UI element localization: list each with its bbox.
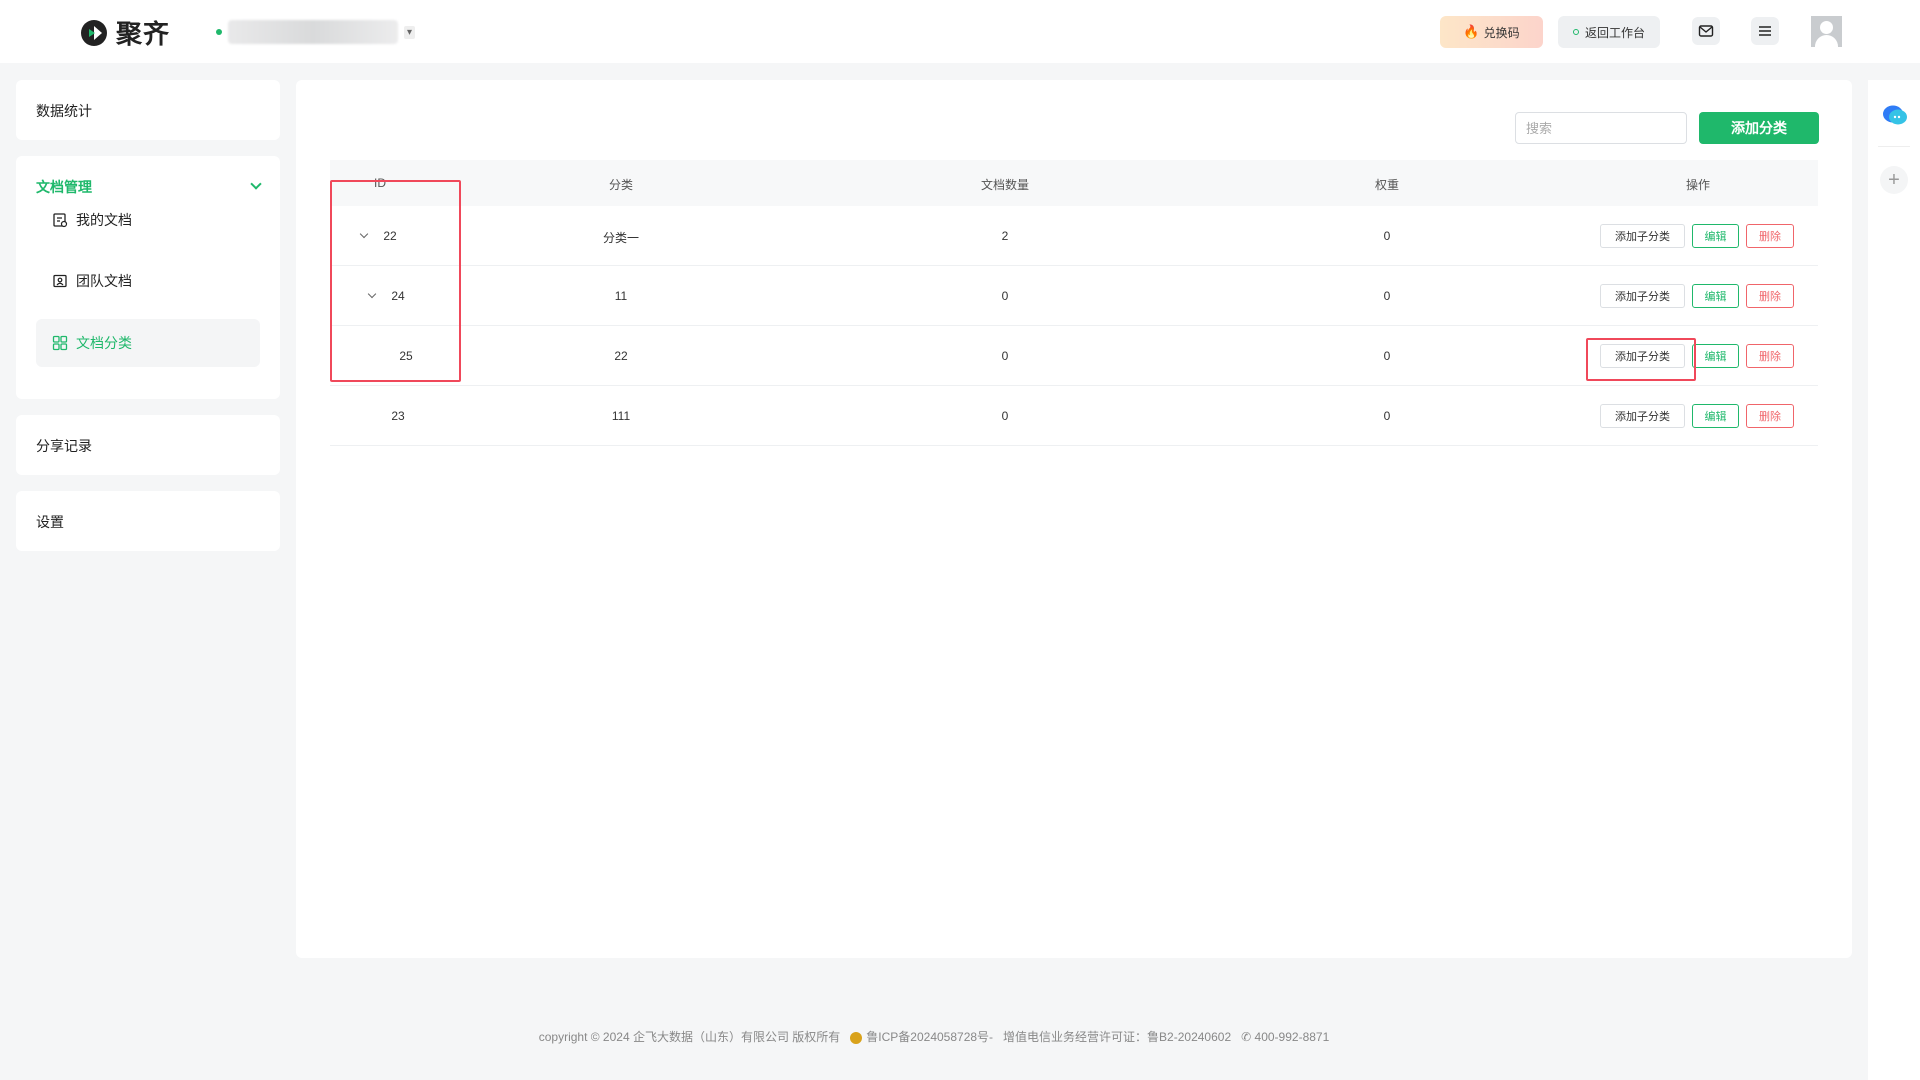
chevron-down-icon[interactable] (250, 178, 262, 190)
logo-text: 聚齐 (116, 19, 171, 49)
footer-phone: ✆ 400-992-8871 (1241, 1029, 1330, 1044)
team-name-blurred (228, 20, 398, 44)
column-header-actions: 操作 (1685, 178, 1711, 192)
cell-category: 22 (614, 349, 628, 363)
edit-button[interactable]: 编辑 (1692, 224, 1739, 248)
sidebar-item-label: 我的文档 (76, 212, 132, 228)
cell-doc-count: 0 (1001, 349, 1009, 363)
status-dot (216, 29, 222, 35)
top-header: 聚齐 ▾ 🔥 兑换码 返回工作台 (0, 0, 1920, 63)
cell-doc-count: 0 (1001, 289, 1009, 303)
menu-icon[interactable] (1751, 17, 1779, 45)
cell-weight: 0 (1383, 409, 1391, 423)
cell-category: 111 (611, 409, 631, 423)
sidebar-item-label: 设置 (36, 514, 64, 530)
footer-license: 增值电信业务经营许可证：鲁B2-20240602 (1003, 1030, 1232, 1044)
delete-button[interactable]: 删除 (1746, 344, 1794, 368)
cell-doc-count: 2 (1001, 229, 1009, 243)
cell-category: 分类一 (602, 231, 640, 245)
add-subcategory-button[interactable]: 添加子分类 (1600, 284, 1685, 308)
mail-icon[interactable] (1692, 17, 1720, 45)
cell-doc-count: 0 (1001, 409, 1009, 423)
column-header-category: 分类 (608, 178, 634, 192)
delete-button[interactable]: 删除 (1746, 224, 1794, 248)
table-row: 22 分类一 2 0 添加子分类 编辑 删除 (330, 206, 1818, 266)
cell-weight: 0 (1383, 289, 1391, 303)
edit-button[interactable]: 编辑 (1692, 344, 1739, 368)
sidebar-group-docs: 文档管理 我的文档 团队文档 文档分类 (16, 156, 280, 399)
redeem-label: 兑换码 (1483, 25, 1520, 40)
logo-icon (81, 19, 107, 46)
add-category-button[interactable]: 添加分类 (1699, 112, 1819, 144)
row-actions: 添加子分类 编辑 删除 (1600, 224, 1794, 248)
add-subcategory-button[interactable]: 添加子分类 (1600, 224, 1685, 248)
redeem-code-button[interactable]: 🔥 兑换码 (1440, 16, 1543, 48)
team-docs-icon (53, 274, 67, 288)
fire-icon: 🔥 (1463, 24, 1480, 39)
add-subcategory-button[interactable]: 添加子分类 (1600, 404, 1685, 428)
sidebar-item-share-records[interactable]: 分享记录 (16, 415, 280, 475)
cell-weight: 0 (1383, 229, 1391, 243)
table-row: 24 11 0 0 添加子分类 编辑 删除 (330, 266, 1818, 326)
back-label: 返回工作台 (1584, 25, 1645, 40)
sidebar-item-my-docs[interactable]: 我的文档 (36, 196, 260, 244)
team-switcher[interactable]: ▾ (216, 20, 416, 44)
sidebar-item-stats[interactable]: 数据统计 (16, 80, 280, 140)
phone-icon: ✆ (1241, 1029, 1252, 1044)
sidebar-item-team-docs[interactable]: 团队文档 (36, 257, 260, 305)
sidebar-item-settings[interactable]: 设置 (16, 491, 280, 551)
sidebar-item-label: 团队文档 (76, 273, 132, 289)
sidebar-item-label: 数据统计 (36, 103, 92, 119)
delete-button[interactable]: 删除 (1746, 404, 1794, 428)
row-actions: 添加子分类 编辑 删除 (1600, 284, 1794, 308)
sidebar-group-title[interactable]: 文档管理 (36, 177, 92, 197)
column-header-weight: 权重 (1374, 178, 1400, 192)
footer: copyright © 2024 企飞大数据（山东）有限公司 版权所有 鲁ICP… (0, 1028, 1868, 1045)
sidebar-item-doc-categories[interactable]: 文档分类 (36, 319, 260, 367)
sidebar-item-label: 分享记录 (36, 438, 92, 454)
delete-button[interactable]: 删除 (1746, 284, 1794, 308)
footer-copyright: copyright © 2024 企飞大数据（山东）有限公司 版权所有 (538, 1030, 841, 1044)
edit-button[interactable]: 编辑 (1692, 284, 1739, 308)
highlight-box-add-subcategory (1586, 338, 1696, 381)
chat-bubble-icon[interactable] (1882, 104, 1908, 126)
row-actions: 添加子分类 编辑 删除 (1600, 404, 1794, 428)
search-input[interactable] (1526, 120, 1702, 136)
my-docs-icon (53, 213, 68, 228)
back-to-workspace-button[interactable]: 返回工作台 (1558, 16, 1660, 48)
footer-icp[interactable]: 鲁ICP备2024058728号- (850, 1028, 993, 1045)
category-table: ID 分类 文档数量 权重 操作 22 分类一 2 0 添加子分类 编辑 删除 … (330, 160, 1818, 446)
highlight-box-id-column (330, 180, 461, 382)
table-header: ID 分类 文档数量 权重 操作 (330, 160, 1818, 206)
table-row: 23 111 0 0 添加子分类 编辑 删除 (330, 386, 1818, 446)
column-header-doc-count: 文档数量 (980, 178, 1030, 192)
app-logo[interactable]: 聚齐 (78, 14, 170, 51)
right-rail: + (1868, 80, 1920, 1080)
cell-weight: 0 (1383, 349, 1391, 363)
sidebar-item-label: 文档分类 (76, 335, 132, 351)
cell-id: 23 (391, 409, 405, 423)
search-box[interactable] (1515, 112, 1702, 144)
search-small-icon (1572, 29, 1579, 35)
main-panel: 添加分类 ID 分类 文档数量 权重 操作 22 分类一 2 0 添加子分类 编… (296, 80, 1852, 958)
grid-icon (52, 335, 68, 351)
cell-category: 11 (614, 289, 628, 303)
police-badge-icon (850, 1031, 863, 1044)
plus-icon[interactable]: + (1880, 166, 1908, 194)
edit-button[interactable]: 编辑 (1692, 404, 1739, 428)
avatar[interactable] (1811, 16, 1842, 47)
caret-down-icon[interactable]: ▾ (404, 25, 416, 39)
